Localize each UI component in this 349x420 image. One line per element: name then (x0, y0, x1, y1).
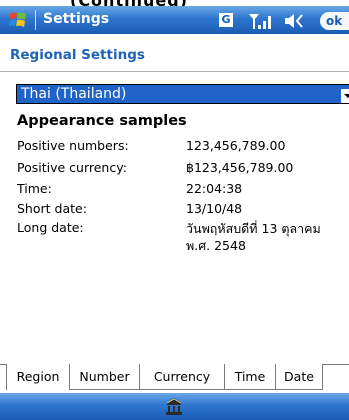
sample-label-time: Time: (17, 181, 52, 196)
volume-icon[interactable] (283, 12, 309, 30)
app-title: Settings (43, 11, 110, 27)
chevron-down-icon[interactable] (341, 89, 349, 103)
g-icon[interactable]: G (219, 13, 233, 27)
sample-value-short-date: 13/10/48 (186, 201, 243, 216)
header-divider (0, 71, 349, 72)
bottom-menu-bar (0, 393, 349, 420)
sample-value-time: 22:04:38 (186, 181, 243, 196)
tab-region[interactable]: Region (6, 364, 70, 390)
page-title: Regional Settings (10, 47, 145, 63)
sample-label-long-date: Long date: (17, 220, 84, 235)
tab-date[interactable]: Date (276, 364, 323, 390)
title-bar: Settings G ok (0, 6, 349, 34)
sample-label-short-date: Short date: (17, 201, 87, 216)
locale-select[interactable]: Thai (Thailand) (16, 84, 349, 104)
section-title: Appearance samples (17, 113, 187, 129)
windows-start-icon[interactable] (8, 10, 28, 30)
tab-currency[interactable]: Currency (140, 364, 225, 390)
locale-select-value: Thai (Thailand) (21, 86, 127, 102)
tab-bar: Region Number Currency Time Date (0, 364, 349, 393)
sample-value-positive-numbers: 123,456,789.00 (186, 138, 286, 153)
tab-time[interactable]: Time (225, 364, 276, 390)
ok-button[interactable]: ok (320, 12, 349, 30)
tab-number[interactable]: Number (70, 364, 140, 390)
sample-value-long-date-year: พ.ศ. 2548 (186, 238, 246, 253)
signal-strength-icon[interactable] (248, 12, 274, 30)
sample-label-positive-currency: Positive currency: (17, 160, 127, 175)
input-panel-icon[interactable] (164, 397, 184, 416)
sample-label-positive-numbers: Positive numbers: (17, 138, 129, 153)
title-separator (35, 10, 36, 30)
sample-value-positive-currency: ฿123,456,789.00 (186, 160, 294, 175)
